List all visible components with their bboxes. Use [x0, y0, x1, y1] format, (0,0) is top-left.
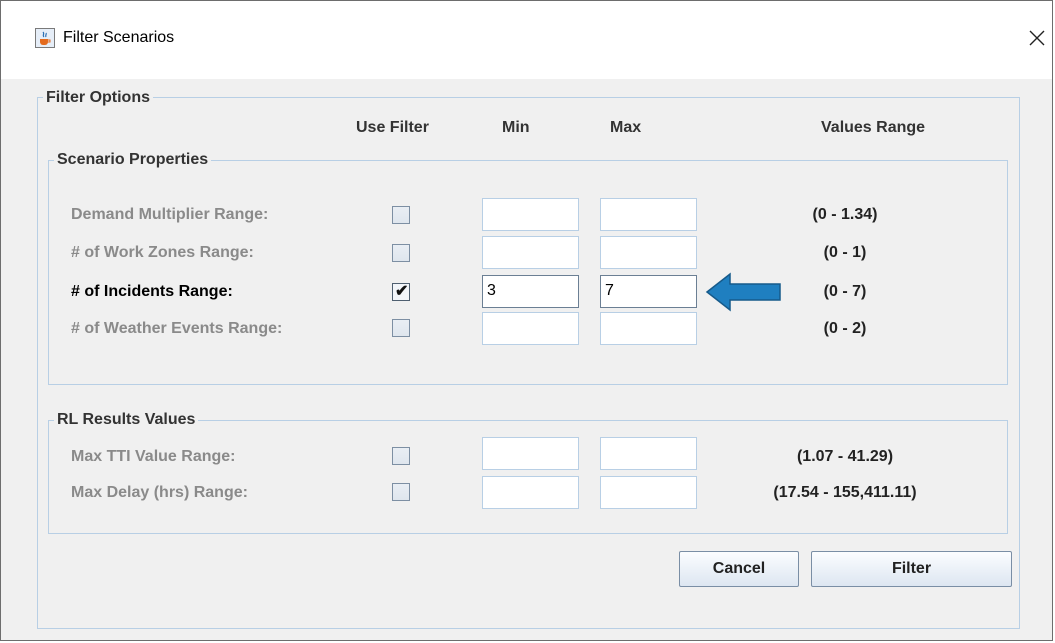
left-arrow-icon [704, 271, 784, 318]
min-header: Min [502, 119, 530, 136]
use-filter-header: Use Filter [356, 119, 429, 136]
incidents-label: # of Incidents Range: [71, 283, 233, 300]
max-delay-min-field[interactable] [482, 476, 579, 509]
scenario-properties-group [48, 160, 1008, 385]
weather-events-checkbox[interactable] [392, 319, 410, 337]
close-icon[interactable] [1022, 21, 1050, 55]
incidents-max-field[interactable]: 7 [600, 275, 697, 308]
work-zones-range: (0 - 1) [823, 244, 867, 261]
java-cup-icon [35, 28, 55, 48]
demand-multiplier-range: (0 - 1.34) [812, 206, 878, 223]
demand-multiplier-checkbox[interactable] [392, 206, 410, 224]
filter-scenarios-dialog: Filter Scenarios Filter Options Use Filt… [0, 0, 1053, 641]
max-delay-checkbox[interactable] [392, 483, 410, 501]
work-zones-max-field[interactable] [600, 236, 697, 269]
filter-options-legend: Filter Options [43, 89, 153, 107]
scenario-properties-legend: Scenario Properties [54, 151, 212, 169]
incidents-min-field[interactable]: 3 [482, 275, 579, 308]
dialog-content: Filter Options Use Filter Min Max Values… [1, 79, 1052, 640]
values-range-header: Values Range [821, 119, 926, 136]
checkmark-icon: ✔ [395, 283, 409, 300]
max-tti-label: Max TTI Value Range: [71, 448, 236, 465]
max-tti-min-field[interactable] [482, 437, 579, 470]
max-tti-checkbox[interactable] [392, 447, 410, 465]
demand-multiplier-max-field[interactable] [600, 198, 697, 231]
cancel-button[interactable]: Cancel [679, 551, 799, 587]
max-delay-max-field[interactable] [600, 476, 697, 509]
incidents-checkbox[interactable]: ✔ [392, 283, 410, 301]
weather-events-max-field[interactable] [600, 312, 697, 345]
max-tti-range: (1.07 - 41.29) [796, 448, 894, 465]
demand-multiplier-min-field[interactable] [482, 198, 579, 231]
demand-multiplier-label: Demand Multiplier Range: [71, 206, 269, 223]
weather-events-label: # of Weather Events Range: [71, 320, 283, 337]
work-zones-min-field[interactable] [482, 236, 579, 269]
window-title: Filter Scenarios [63, 29, 175, 46]
max-delay-label: Max Delay (hrs) Range: [71, 484, 248, 501]
weather-events-range: (0 - 2) [823, 320, 867, 337]
max-header: Max [610, 119, 642, 136]
work-zones-checkbox[interactable] [392, 244, 410, 262]
filter-button[interactable]: Filter [811, 551, 1012, 587]
work-zones-label: # of Work Zones Range: [71, 244, 254, 261]
rl-results-legend: RL Results Values [54, 411, 199, 429]
title-bar: Filter Scenarios [1, 1, 1052, 79]
max-delay-range: (17.54 - 155,411.11) [773, 484, 917, 501]
max-tti-max-field[interactable] [600, 437, 697, 470]
weather-events-min-field[interactable] [482, 312, 579, 345]
